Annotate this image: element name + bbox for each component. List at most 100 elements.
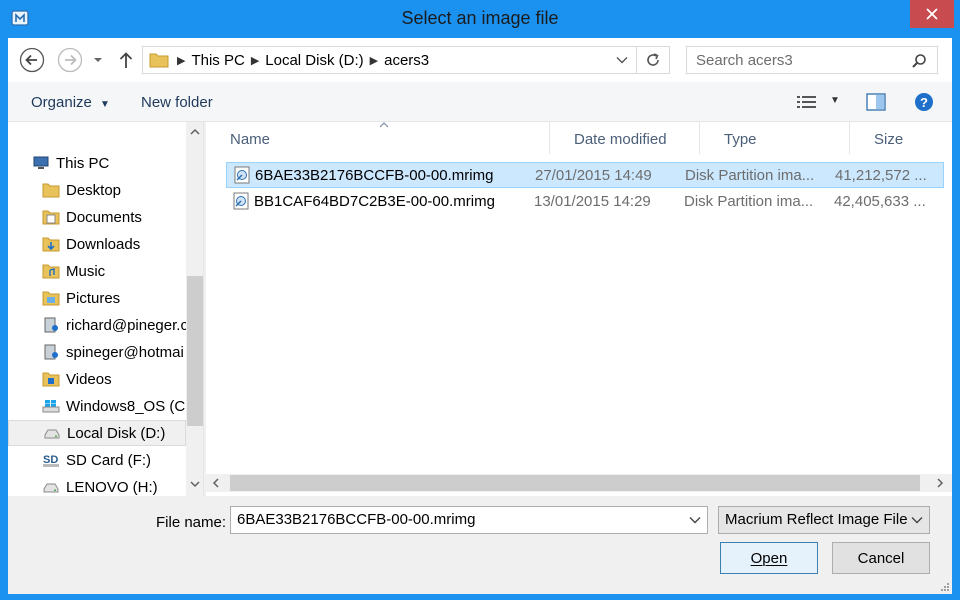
nav-item-downloads[interactable]: Downloads	[8, 231, 186, 257]
breadcrumb-acers3[interactable]: acers3	[384, 52, 429, 69]
nav-item-label: spineger@hotmai	[66, 343, 184, 361]
dialog-window: Select an image file ▶ This PC ▶ Local D…	[0, 0, 960, 600]
file-list: Name Date modified Type Size 6BAE33B2176…	[206, 122, 952, 496]
dialog-title: Select an image file	[401, 8, 559, 28]
chevron-down-icon	[911, 517, 923, 524]
user-drive-icon	[42, 343, 60, 361]
scrollbar-thumb[interactable]	[230, 475, 920, 491]
nav-item-this-pc[interactable]: This PC	[8, 150, 186, 176]
title-bar[interactable]: Select an image file	[0, 0, 960, 38]
nav-item-label: This PC	[56, 154, 110, 172]
column-header-name[interactable]: Name	[206, 122, 550, 154]
file-name: BB1CAF64BD7C2B3E-00-00.mrimg	[254, 193, 495, 210]
search-input[interactable]: Search acers3	[686, 46, 938, 74]
disk-image-file-icon	[233, 192, 249, 210]
nav-item-label: Documents	[66, 208, 142, 226]
preview-pane-icon[interactable]	[866, 92, 886, 112]
close-button[interactable]	[910, 0, 954, 28]
forward-arrow-icon	[57, 47, 83, 73]
chevron-down-icon[interactable]	[689, 516, 701, 524]
file-date: 13/01/2015 14:29	[534, 193, 651, 210]
file-row[interactable]: 6BAE33B2176BCCFB-00-00.mrimg 27/01/2015 …	[226, 162, 944, 188]
scroll-right-icon[interactable]	[936, 478, 944, 488]
nav-item-music[interactable]: Music	[8, 258, 186, 284]
nav-item-richard-pineger-c[interactable]: richard@pineger.c	[8, 312, 186, 338]
file-type: Disk Partition ima...	[685, 167, 815, 184]
new-folder-button[interactable]: New folder	[141, 94, 213, 111]
disk-image-file-icon	[234, 166, 250, 184]
nav-item-label: Pictures	[66, 289, 121, 307]
file-row[interactable]: BB1CAF64BD7C2B3E-00-00.mrimg 13/01/2015 …	[226, 189, 944, 215]
nav-item-label: SD Card (F:)	[66, 451, 152, 469]
breadcrumb-this-pc[interactable]: This PC	[191, 52, 244, 69]
folder-icon	[149, 53, 169, 68]
file-type-value: Macrium Reflect Image File	[725, 511, 908, 528]
nav-item-label: Videos	[66, 370, 112, 388]
nav-item-desktop[interactable]: Desktop	[8, 177, 186, 203]
nav-item-label: richard@pineger.c	[66, 316, 186, 334]
help-icon[interactable]: ?	[914, 92, 934, 112]
file-date: 27/01/2015 14:49	[535, 167, 652, 184]
chevron-down-icon: ▼	[100, 99, 110, 110]
open-button[interactable]: Open	[720, 542, 818, 574]
refresh-icon[interactable]	[645, 52, 661, 68]
open-button-label: Open	[750, 549, 788, 567]
column-header-size[interactable]: Size	[850, 122, 952, 154]
nav-item-label: LENOVO (H:)	[66, 478, 158, 496]
command-toolbar: Organize ▼ New folder ▼ ?	[8, 82, 952, 122]
view-options-icon[interactable]	[796, 94, 818, 110]
downloads-folder-icon	[42, 235, 60, 253]
address-bar[interactable]: ▶ This PC ▶ Local Disk (D:) ▶ acers3	[142, 46, 670, 74]
nav-item-spineger-hotmai[interactable]: spineger@hotmai	[8, 339, 186, 365]
file-type-select[interactable]: Macrium Reflect Image File	[718, 506, 930, 534]
nav-item-windows8-os-c[interactable]: Windows8_OS (C:)	[8, 393, 186, 419]
navigation-scrollbar[interactable]	[186, 122, 203, 496]
file-name: 6BAE33B2176BCCFB-00-00.mrimg	[255, 167, 494, 184]
forward-button[interactable]	[56, 46, 84, 74]
nav-item-local-disk-d[interactable]: Local Disk (D:)	[8, 420, 186, 446]
nav-item-documents[interactable]: Documents	[8, 204, 186, 230]
back-button[interactable]	[18, 46, 46, 74]
svg-text:?: ?	[920, 95, 928, 110]
user-drive-icon	[42, 316, 60, 334]
recent-locations-button[interactable]	[88, 46, 108, 74]
dialog-client: ▶ This PC ▶ Local Disk (D:) ▶ acers3 Sea…	[8, 38, 952, 594]
nav-item-lenovo-h[interactable]: LENOVO (H:)	[8, 474, 186, 496]
resize-grip-icon[interactable]	[940, 582, 950, 592]
cancel-button[interactable]: Cancel	[832, 542, 930, 574]
search-icon[interactable]	[911, 53, 927, 69]
chevron-down-icon[interactable]: ▼	[830, 95, 840, 106]
nav-item-videos[interactable]: Videos	[8, 366, 186, 392]
breadcrumb-separator-icon[interactable]: ▶	[251, 54, 259, 67]
breadcrumb-separator-icon[interactable]: ▶	[177, 54, 185, 67]
scroll-down-icon[interactable]	[190, 480, 200, 488]
navigation-bar: ▶ This PC ▶ Local Disk (D:) ▶ acers3 Sea…	[8, 38, 952, 82]
breadcrumb-local-disk[interactable]: Local Disk (D:)	[265, 52, 363, 69]
column-header-type[interactable]: Type	[700, 122, 850, 154]
nav-item-label: Music	[66, 262, 106, 280]
file-name-value: 6BAE33B2176BCCFB-00-00.mrimg	[237, 511, 476, 528]
music-folder-icon	[42, 262, 60, 280]
up-arrow-icon	[119, 52, 133, 68]
nav-item-pictures[interactable]: Pictures	[8, 285, 186, 311]
nav-item-label: Windows8_OS (C:)	[66, 397, 186, 415]
disk-drive-icon	[42, 478, 60, 496]
nav-item-sd-card-f[interactable]: SD SD Card (F:)	[8, 447, 186, 473]
folder-icon	[42, 181, 60, 199]
organize-button[interactable]: Organize ▼	[31, 94, 110, 111]
pictures-folder-icon	[42, 289, 60, 307]
column-header-date-modified[interactable]: Date modified	[550, 122, 700, 154]
back-arrow-icon	[19, 47, 45, 73]
documents-folder-icon	[42, 208, 60, 226]
file-list-scrollbar[interactable]	[206, 474, 952, 492]
sd-card-icon: SD	[42, 451, 60, 469]
file-name-input[interactable]: 6BAE33B2176BCCFB-00-00.mrimg	[230, 506, 708, 534]
breadcrumb-separator-icon[interactable]: ▶	[370, 54, 378, 67]
dialog-footer: File name: 6BAE33B2176BCCFB-00-00.mrimg …	[8, 496, 952, 594]
scroll-left-icon[interactable]	[212, 478, 220, 488]
scroll-up-icon[interactable]	[190, 128, 200, 136]
scrollbar-thumb[interactable]	[187, 276, 203, 426]
chevron-down-icon[interactable]	[616, 56, 628, 64]
up-button[interactable]	[112, 46, 140, 74]
navigation-pane: This PC Desktop Documents Downloads Music Pic…	[8, 122, 204, 496]
